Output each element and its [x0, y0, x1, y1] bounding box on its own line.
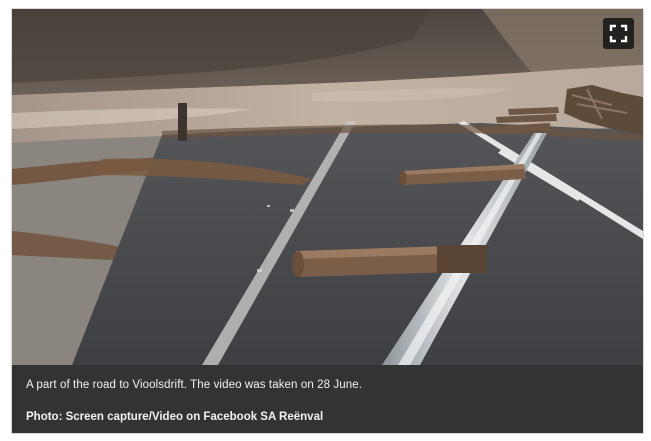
photo-caption: A part of the road to Vioolsdrift. The v… [26, 379, 363, 391]
road-scene [12, 9, 643, 365]
photo-credit: Photo: Screen capture/Video on Facebook … [26, 411, 324, 423]
fullscreen-button[interactable] [603, 18, 634, 49]
photo-figure: A part of the road to Vioolsdrift. The v… [11, 8, 644, 434]
fullscreen-icon [609, 24, 628, 43]
standing-post [178, 103, 187, 141]
flood-damaged-road-photo [12, 9, 643, 365]
caption-panel: A part of the road to Vioolsdrift. The v… [12, 365, 643, 433]
